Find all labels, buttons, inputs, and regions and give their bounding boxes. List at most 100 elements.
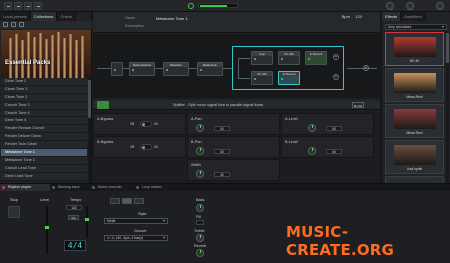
amp-card[interactable]: Vodi synth — [385, 140, 444, 174]
module-noise-reducer[interactable]: Noise Reducer — [129, 62, 155, 76]
record-icon[interactable] — [386, 2, 394, 10]
tab-amplifiers[interactable]: Amplifiers — [401, 12, 426, 21]
tempo-slider[interactable] — [85, 206, 89, 238]
b-bypass-toggle[interactable] — [140, 144, 152, 150]
preset-scrollbar[interactable] — [88, 78, 91, 183]
amp-card[interactable]: Mesa Rect — [385, 104, 444, 138]
a-pan-value[interactable]: 50 — [214, 126, 230, 131]
signal-chain: Noise Reducer Distortion Metal Zone Amp … — [93, 34, 380, 98]
delete-preset-icon[interactable] — [19, 22, 24, 27]
library-scrollbar[interactable] — [446, 32, 449, 182]
save-preset-icon[interactable] — [11, 22, 16, 27]
amp-thumbnail — [394, 145, 436, 165]
module-metal-zone[interactable]: Metal Zone — [197, 62, 223, 76]
input-level-meter — [198, 3, 238, 8]
tap-button[interactable]: Tap — [68, 215, 79, 220]
tab-collections[interactable]: Collections — [30, 12, 58, 21]
module-reverb-a[interactable]: 4x Reverb — [305, 51, 327, 65]
preset-list-item[interactable]: Clean Tone 2 — [1, 93, 87, 102]
preset-list-item[interactable]: Drive Lead Tone — [1, 172, 87, 181]
add-preset-icon[interactable] — [3, 22, 8, 27]
module-amp[interactable]: Amp — [251, 51, 273, 65]
amp-card[interactable]: BG 40 — [385, 32, 444, 66]
b-pan-knob[interactable] — [196, 147, 204, 155]
preset-list-item[interactable]: Fender Deluxe Clean — [1, 133, 87, 142]
mute-button[interactable]: MUTE — [352, 102, 364, 108]
groove-label: Groove — [134, 229, 147, 233]
loop-icon[interactable] — [134, 198, 144, 204]
preset-name-field[interactable]: Metalzone Tone 1 — [156, 16, 188, 21]
module-ch-mix-b[interactable]: Ch. Mix — [251, 71, 273, 85]
amp-card[interactable]: Mesa Rect — [385, 68, 444, 102]
tab-local-presets[interactable]: Local presets — [0, 12, 31, 21]
fill-button[interactable] — [196, 220, 204, 225]
splitter-title: Splitter - Split mono signal flow to par… — [173, 103, 264, 107]
settings-icon[interactable] — [34, 2, 42, 10]
module-distortion[interactable]: Distortion — [163, 62, 189, 76]
a-level-value[interactable]: 65 — [326, 126, 342, 131]
bpm-value[interactable]: 120 — [355, 14, 362, 19]
treble-knob[interactable] — [196, 234, 204, 242]
style-select[interactable]: Metal — [104, 218, 168, 224]
b-level-knob[interactable] — [308, 147, 316, 155]
tab-loop-station[interactable]: Loop station — [134, 184, 174, 191]
presets-panel: Local presets Collections Online Essenti… — [0, 12, 92, 183]
guitar-icon[interactable] — [24, 2, 32, 10]
preset-list-item[interactable]: Clean Tone 1 — [1, 85, 87, 94]
add-module-output-icon[interactable]: + — [363, 65, 369, 71]
stop-label: Stop — [10, 198, 18, 202]
tempo-value[interactable]: 140 — [66, 205, 82, 210]
param-a-pan: A-Pan 50 — [187, 113, 280, 135]
preset-list-item[interactable]: Fender Twin Clean — [1, 141, 87, 150]
treble-label: Treble — [194, 229, 205, 233]
bass-knob[interactable] — [196, 204, 204, 212]
preset-list-item[interactable]: Drive Tone 2 — [1, 78, 87, 86]
preset-list-item[interactable]: Crunch Lead Tone — [1, 164, 87, 173]
width-value[interactable]: 40 — [214, 172, 230, 177]
reverb-knob[interactable] — [196, 249, 204, 257]
category-dropdown[interactable]: Amp simulators — [385, 24, 447, 30]
add-module-a-icon[interactable]: + — [333, 54, 339, 60]
amp-thumbnail — [394, 109, 436, 129]
preset-list-item[interactable]: Crunch Tone 3 — [1, 101, 87, 110]
tab-online[interactable]: Online — [57, 12, 76, 21]
param-b-pan: B-Pan 50 — [187, 136, 280, 158]
preset-tabs: Local presets Collections Online — [0, 12, 76, 21]
preset-list-item[interactable]: Crunch Tone 4 — [1, 109, 87, 118]
b-level-value[interactable]: 65 — [326, 149, 342, 154]
collection-banner[interactable]: Essential Packs — [1, 30, 91, 78]
stop-button[interactable] — [8, 206, 20, 218]
cloud-icon[interactable] — [14, 2, 22, 10]
chevron-down-icon — [442, 26, 444, 28]
tab-effects[interactable]: Effects — [382, 12, 402, 21]
preset-list-item[interactable]: Metalzone Tone 2 — [1, 156, 87, 165]
a-bypass-toggle[interactable] — [140, 121, 152, 127]
help-icon[interactable] — [436, 2, 444, 10]
drum-kit-icon[interactable] — [110, 198, 120, 204]
tab-music-recorder[interactable]: Music recorder — [90, 184, 134, 191]
preset-toolbar — [0, 21, 92, 29]
preset-list-item[interactable]: Metalzone Tone 1 — [1, 149, 87, 157]
preset-list-item[interactable]: Fender Rectum Crunch — [1, 125, 87, 134]
groove-select[interactable]: 4 / 4, 140, 3pm, 4 bar(s) — [104, 235, 168, 241]
param-a-level: A-Level 65 — [281, 113, 374, 135]
tab-backing-track[interactable]: Backing track — [50, 184, 90, 191]
a-pan-knob[interactable] — [196, 124, 204, 132]
bpm-label: Bpm — [341, 14, 350, 19]
module-ch-mix-a[interactable]: Ch. Mix — [278, 51, 300, 65]
module-reverb-b[interactable]: 4x Reverb — [278, 71, 300, 85]
menu-icon[interactable] — [4, 2, 12, 10]
width-knob[interactable] — [196, 170, 204, 178]
b-pan-value[interactable]: 50 — [214, 149, 230, 154]
a-level-knob[interactable] — [308, 124, 316, 132]
add-module-b-icon[interactable]: + — [333, 74, 339, 80]
app-logo-icon — [188, 3, 194, 9]
preset-list-item[interactable]: Drive Tone 4 — [1, 117, 87, 126]
splitter-icon[interactable] — [97, 101, 109, 109]
chain-input-node[interactable] — [111, 62, 123, 76]
user-pattern-icon[interactable] — [122, 198, 132, 204]
level-slider[interactable] — [45, 206, 49, 254]
tab-rhythm-player[interactable]: Rhythm player — [0, 184, 50, 191]
user-icon[interactable] — [406, 2, 414, 10]
amp-thumbnail — [394, 73, 436, 93]
